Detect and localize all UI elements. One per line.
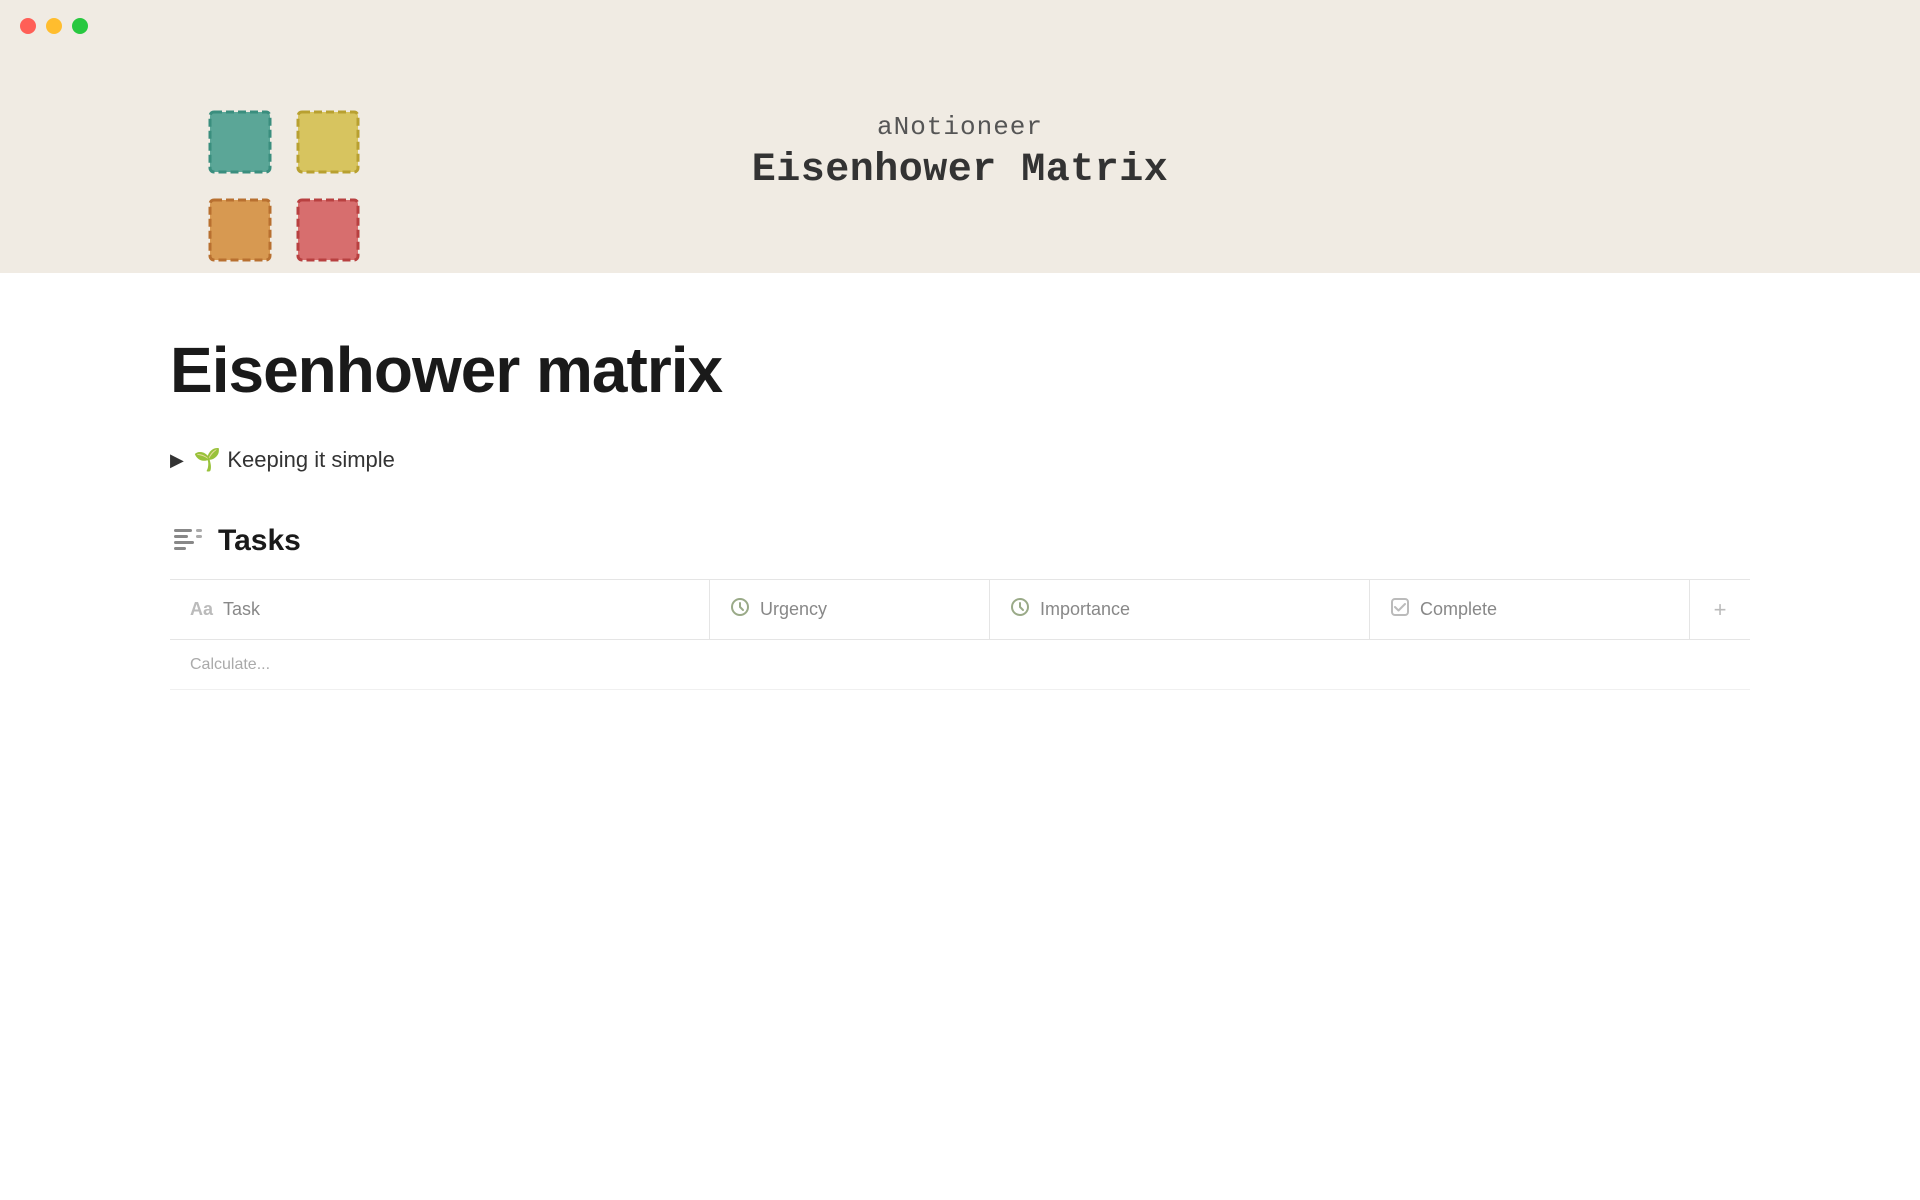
add-icon: + [1714, 597, 1727, 623]
complete-col-icon [1390, 597, 1410, 622]
task-col-label: Task [223, 599, 260, 620]
toggle-arrow: ▶ [170, 450, 184, 471]
tasks-table: Aa Task Urgency Importance [170, 579, 1750, 690]
task-col-icon: Aa [190, 599, 213, 620]
col-importance-header: Importance [990, 580, 1370, 639]
maximize-button[interactable] [72, 18, 88, 34]
matrix-cell-tr [288, 102, 368, 182]
urgency-col-icon [730, 597, 750, 622]
matrix-cell-br [288, 190, 368, 270]
window-chrome [0, 0, 1920, 52]
col-urgency-header: Urgency [710, 580, 990, 639]
col-complete-header: Complete [1370, 580, 1690, 639]
bottom-hint-text: Calculate... [190, 656, 270, 674]
matrix-icon-grid [200, 102, 368, 270]
matrix-cell-tl [200, 102, 280, 182]
toggle-emoji: 🌱 [194, 447, 221, 472]
urgency-col-label: Urgency [760, 599, 827, 620]
hero-title: Eisenhower Matrix [752, 148, 1169, 193]
toggle-label: Keeping it simple [227, 447, 395, 472]
toggle-row[interactable]: ▶ 🌱 Keeping it simple [170, 447, 1750, 473]
importance-col-label: Importance [1040, 599, 1130, 620]
close-button[interactable] [20, 18, 36, 34]
brand-text: aNotioneer [877, 112, 1043, 142]
matrix-cell-bl [200, 190, 280, 270]
tasks-icon [170, 523, 206, 559]
tasks-title: Tasks [218, 524, 301, 558]
tasks-section: Tasks Aa Task Urgency [170, 523, 1750, 690]
col-task-header: Aa Task [170, 580, 710, 639]
tasks-header: Tasks [170, 523, 1750, 559]
table-bottom-hint: Calculate... [170, 640, 1750, 690]
content-area: Eisenhower matrix ▶ 🌱 Keeping it simple … [0, 273, 1920, 690]
toggle-text: 🌱 Keeping it simple [194, 447, 395, 473]
table-header: Aa Task Urgency Importance [170, 580, 1750, 640]
page-title: Eisenhower matrix [170, 333, 1750, 407]
minimize-button[interactable] [46, 18, 62, 34]
hero-area: aNotioneer Eisenhower Matrix [0, 52, 1920, 273]
add-column-button[interactable]: + [1690, 580, 1750, 639]
complete-col-label: Complete [1420, 599, 1497, 620]
importance-col-icon [1010, 597, 1030, 622]
